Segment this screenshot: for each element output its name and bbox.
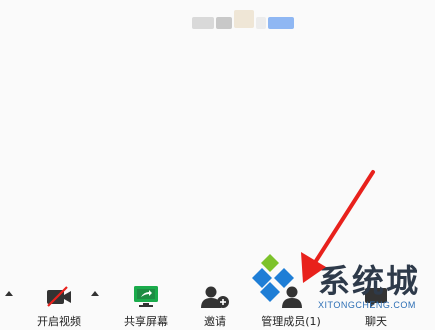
- blur-block: [216, 17, 232, 29]
- watermark-url: XITONGCHENG.COM: [318, 300, 416, 310]
- video-off-icon: [47, 285, 71, 307]
- share-screen-button[interactable]: 共享屏幕: [120, 283, 172, 329]
- blur-block: [192, 17, 214, 29]
- start-video-button[interactable]: 开启视频: [34, 283, 84, 329]
- share-screen-icon: [134, 285, 158, 307]
- manage-members-label: 管理成员(1): [261, 315, 321, 328]
- watermark: 系统城 XITONGCHENG.COM: [248, 250, 428, 310]
- watermark-logo-icon: [252, 254, 294, 302]
- watermark-brand: 系统城: [318, 262, 421, 300]
- invite-button[interactable]: 邀请: [198, 283, 232, 329]
- blur-block: [256, 17, 266, 29]
- start-video-label: 开启视频: [37, 315, 81, 328]
- video-options-caret[interactable]: [91, 291, 99, 296]
- invite-label: 邀请: [204, 315, 226, 328]
- share-screen-label: 共享屏幕: [124, 315, 168, 328]
- audio-options-caret[interactable]: [5, 291, 13, 296]
- blur-block: [234, 10, 254, 28]
- blurred-meeting-info: [192, 10, 318, 35]
- blur-block: [268, 17, 294, 29]
- chat-label: 聊天: [365, 315, 387, 328]
- add-user-icon: [201, 286, 229, 308]
